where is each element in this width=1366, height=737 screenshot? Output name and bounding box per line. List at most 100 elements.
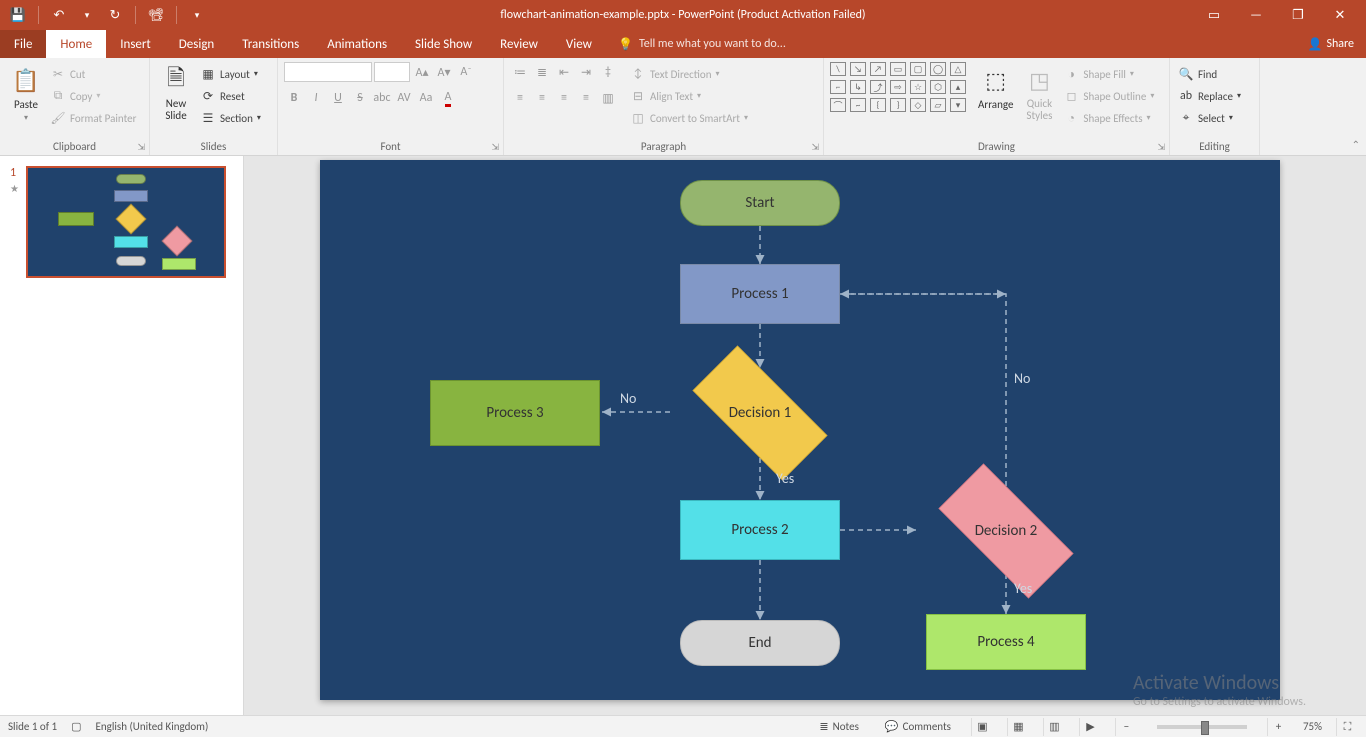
- new-slide-button[interactable]: 🗎 New Slide: [156, 62, 196, 124]
- select-button[interactable]: ⌖Select▾: [1176, 108, 1243, 128]
- flowchart-decision-1[interactable]: Decision 1: [670, 368, 850, 458]
- shape-brace-l-icon[interactable]: {: [870, 98, 886, 112]
- strikethrough-button[interactable]: S: [350, 88, 370, 108]
- align-text-button[interactable]: ⊟Align Text▾: [628, 86, 750, 106]
- zoom-out-button[interactable]: −: [1115, 718, 1137, 736]
- tab-animations[interactable]: Animations: [313, 30, 401, 58]
- shape-brace-r-icon[interactable]: }: [890, 98, 906, 112]
- language-indicator[interactable]: English (United Kingdom): [96, 720, 209, 733]
- save-icon[interactable]: 💾: [6, 3, 30, 27]
- flowchart-process-2[interactable]: Process 2: [680, 500, 840, 560]
- shape-line2-icon[interactable]: ↗: [870, 62, 886, 76]
- ribbon-options-icon[interactable]: ▭: [1194, 3, 1234, 27]
- italic-button[interactable]: I: [306, 88, 326, 108]
- line-spacing-button[interactable]: ‡: [598, 62, 618, 82]
- slide-sorter-view-button[interactable]: ▦: [1007, 718, 1029, 736]
- slideshow-view-button[interactable]: ▶: [1079, 718, 1101, 736]
- fit-to-window-button[interactable]: ⛶: [1336, 718, 1358, 736]
- close-icon[interactable]: ✕: [1320, 3, 1360, 27]
- tab-home[interactable]: Home: [46, 30, 106, 58]
- zoom-in-button[interactable]: +: [1267, 718, 1289, 736]
- shape-conn2-icon[interactable]: ↳: [850, 80, 866, 94]
- quick-styles-button[interactable]: ◳ Quick Styles: [1019, 62, 1059, 124]
- clear-formatting-icon[interactable]: A⁻: [456, 62, 476, 82]
- text-shadow-button[interactable]: abc: [372, 88, 392, 108]
- dialog-launcher-icon[interactable]: ⇲: [811, 142, 819, 153]
- slide-thumbnail-1[interactable]: [26, 166, 226, 278]
- layout-button[interactable]: ▦Layout▾: [198, 64, 263, 84]
- start-from-beginning-icon[interactable]: 📽: [144, 3, 168, 27]
- shape-conn1-icon[interactable]: ⌐: [830, 80, 846, 94]
- bold-button[interactable]: B: [284, 88, 304, 108]
- shape-fill-button[interactable]: ◑Shape Fill▾: [1061, 64, 1156, 84]
- character-spacing-button[interactable]: AV: [394, 88, 414, 108]
- shape-hex-icon[interactable]: ⬡: [930, 80, 946, 94]
- reset-button[interactable]: ⟳Reset: [198, 86, 263, 106]
- font-size-combo[interactable]: [374, 62, 410, 82]
- replace-button[interactable]: abReplace▾: [1176, 86, 1243, 106]
- tab-view[interactable]: View: [552, 30, 606, 58]
- spellcheck-icon[interactable]: ▢: [71, 720, 81, 733]
- slide-canvas[interactable]: Start Process 1 Decision 1 Process 3 Pro…: [320, 160, 1280, 700]
- slide-thumbnail-pane[interactable]: 1 ★: [0, 156, 244, 715]
- shape-star-icon[interactable]: ☆: [910, 80, 926, 94]
- bullets-button[interactable]: ≔: [510, 62, 530, 82]
- find-button[interactable]: 🔍Find: [1176, 64, 1243, 84]
- comments-button[interactable]: 💬Comments: [879, 720, 957, 733]
- slide-editor[interactable]: Start Process 1 Decision 1 Process 3 Pro…: [244, 156, 1366, 715]
- shape-rect-icon[interactable]: ▭: [890, 62, 906, 76]
- shape-curve-icon[interactable]: ⌒: [830, 98, 846, 112]
- normal-view-button[interactable]: ▣: [971, 718, 993, 736]
- arrange-button[interactable]: ⬚ Arrange: [974, 62, 1017, 113]
- shape-arrow-icon[interactable]: ↘: [850, 62, 866, 76]
- shape-more-up-icon[interactable]: ▴: [950, 80, 966, 94]
- shape-callout-icon[interactable]: ◇: [910, 98, 926, 112]
- shape-conn3-icon[interactable]: ⤴: [870, 80, 886, 94]
- align-center-button[interactable]: ≡: [532, 88, 552, 108]
- collapse-ribbon-icon[interactable]: ⌃: [1352, 138, 1360, 151]
- shapes-gallery[interactable]: \ ↘ ↗ ▭ ▢ ◯ △ ⌐ ↳ ⤴ ⇨ ☆ ⬡ ▴ ⌒ ~ { } ◇ ▱: [830, 62, 968, 114]
- tab-file[interactable]: File: [0, 30, 46, 58]
- font-name-combo[interactable]: [284, 62, 372, 82]
- tab-transitions[interactable]: Transitions: [228, 30, 313, 58]
- qat-customize-icon[interactable]: ▾: [185, 3, 209, 27]
- zoom-level[interactable]: 75%: [1303, 720, 1322, 733]
- tell-me-search[interactable]: 💡 Tell me what you want to do...: [606, 30, 786, 58]
- shape-free-icon[interactable]: ~: [850, 98, 866, 112]
- decrease-indent-button[interactable]: ⇤: [554, 62, 574, 82]
- justify-button[interactable]: ≡: [576, 88, 596, 108]
- cut-button[interactable]: ✂Cut: [48, 64, 138, 84]
- tab-slideshow[interactable]: Slide Show: [401, 30, 486, 58]
- numbering-button[interactable]: ≣: [532, 62, 552, 82]
- shape-callout2-icon[interactable]: ▱: [930, 98, 946, 112]
- section-button[interactable]: ☰Section▾: [198, 108, 263, 128]
- restore-icon[interactable]: ❐: [1278, 3, 1318, 27]
- columns-button[interactable]: ▥: [598, 88, 618, 108]
- paste-button[interactable]: 📋 Paste ▾: [6, 62, 46, 125]
- copy-button[interactable]: ⧉Copy▾: [48, 86, 138, 106]
- zoom-slider[interactable]: [1157, 725, 1247, 729]
- share-button[interactable]: 👤 Share: [1295, 30, 1366, 58]
- undo-dropdown-icon[interactable]: ▾: [75, 3, 99, 27]
- tab-review[interactable]: Review: [486, 30, 552, 58]
- minimize-icon[interactable]: —: [1236, 3, 1276, 27]
- flowchart-start[interactable]: Start: [680, 180, 840, 226]
- shape-line-icon[interactable]: \: [830, 62, 846, 76]
- tab-design[interactable]: Design: [165, 30, 228, 58]
- shape-roundrect-icon[interactable]: ▢: [910, 62, 926, 76]
- shape-effects-button[interactable]: ◔Shape Effects▾: [1061, 108, 1156, 128]
- text-direction-button[interactable]: ↕Text Direction▾: [628, 64, 750, 84]
- flowchart-process-4[interactable]: Process 4: [926, 614, 1086, 670]
- shape-triangle-icon[interactable]: △: [950, 62, 966, 76]
- flowchart-process-1[interactable]: Process 1: [680, 264, 840, 324]
- align-left-button[interactable]: ≡: [510, 88, 530, 108]
- shape-more-down-icon[interactable]: ▾: [950, 98, 966, 112]
- shape-outline-button[interactable]: ◻Shape Outline▾: [1061, 86, 1156, 106]
- flowchart-process-3[interactable]: Process 3: [430, 380, 600, 446]
- shape-ellipse-icon[interactable]: ◯: [930, 62, 946, 76]
- dialog-launcher-icon[interactable]: ⇲: [491, 142, 499, 153]
- notes-button[interactable]: ≣Notes: [813, 720, 864, 733]
- format-painter-button[interactable]: 🖌Format Painter: [48, 108, 138, 128]
- reading-view-button[interactable]: ▥: [1043, 718, 1065, 736]
- increase-indent-button[interactable]: ⇥: [576, 62, 596, 82]
